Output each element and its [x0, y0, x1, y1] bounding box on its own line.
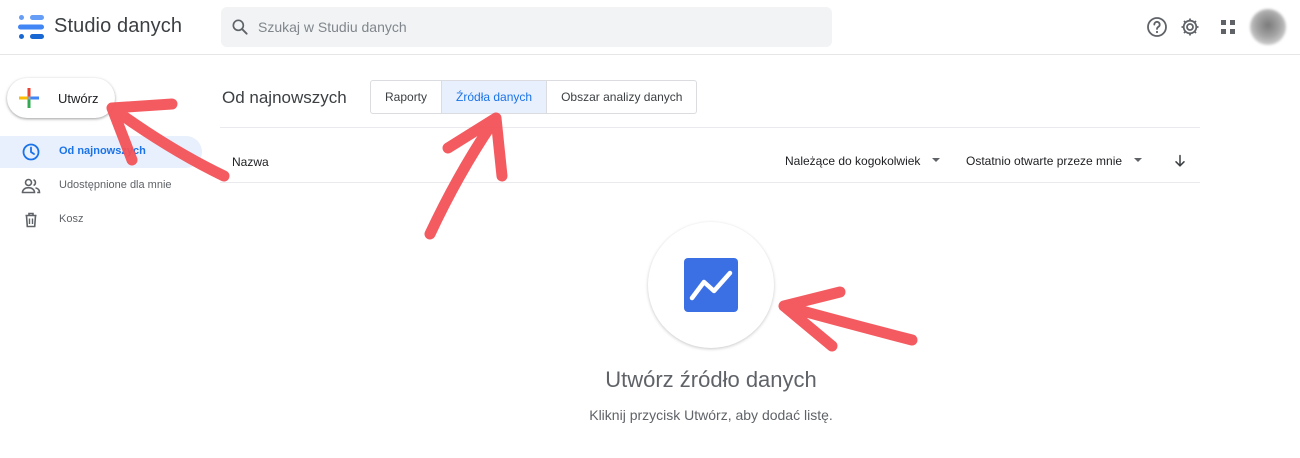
owner-filter-dropdown[interactable]: Należące do kogokolwiek: [785, 150, 941, 172]
sidebar-item-label: Udostępnione dla mnie: [59, 179, 172, 191]
app-title[interactable]: Studio danych: [54, 15, 182, 38]
gear-icon[interactable]: [1178, 15, 1202, 39]
plus-icon: [19, 88, 39, 108]
owner-filter-label: Należące do kogokolwiek: [785, 154, 921, 168]
sidebar-item-label: Kosz: [59, 213, 84, 225]
chevron-down-icon: [1134, 157, 1143, 162]
empty-state-subtitle: Kliknij przycisk Utwórz, aby dodać listę…: [589, 407, 833, 423]
arrow-to-data-source-icon: [778, 286, 918, 352]
arrow-to-data-sources-tab: [424, 112, 508, 240]
tab-reports[interactable]: Raporty: [371, 81, 443, 113]
sidebar-item-shared[interactable]: Udostępnione dla mnie: [0, 170, 202, 202]
sort-arrow-down-icon[interactable]: [1173, 154, 1187, 168]
account-avatar[interactable]: [1250, 9, 1286, 45]
column-header-name[interactable]: Nazwa: [232, 155, 269, 169]
data-source-icon: [684, 258, 738, 312]
last-opened-filter-dropdown[interactable]: Ostatnio otwarte przeze mnie: [966, 150, 1143, 172]
clock-icon: [22, 143, 40, 161]
divider: [220, 182, 1200, 183]
tab-data-sources[interactable]: Źródła danych: [442, 81, 548, 113]
studio-logo-icon[interactable]: [18, 15, 44, 39]
last-opened-filter-label: Ostatnio otwarte przeze mnie: [966, 154, 1123, 168]
divider: [220, 127, 1200, 128]
sidebar-item-label: Od najnowszych: [59, 145, 146, 157]
tab-explorer[interactable]: Obszar analizy danych: [547, 81, 696, 113]
asset-type-tabs: Raporty Źródła danych Obszar analizy dan…: [370, 80, 698, 114]
sidebar-item-recent[interactable]: Od najnowszych: [0, 136, 202, 168]
search-input[interactable]: [258, 7, 818, 47]
search-bar[interactable]: [221, 7, 832, 47]
trash-icon: [25, 212, 37, 228]
chevron-down-icon: [932, 157, 941, 162]
people-icon: [21, 178, 41, 194]
empty-state-title: Utwórz źródło danych: [605, 367, 817, 392]
empty-state-illustration: [648, 222, 774, 348]
page-title: Od najnowszych: [222, 88, 347, 107]
create-button-label: Utwórz: [58, 91, 99, 106]
sidebar-item-trash[interactable]: Kosz: [0, 204, 202, 236]
help-icon[interactable]: [1145, 15, 1169, 39]
search-icon[interactable]: [230, 17, 250, 37]
top-app-bar: Studio danych: [0, 0, 1300, 55]
create-button[interactable]: Utwórz: [7, 78, 115, 118]
apps-grid-icon[interactable]: [1216, 15, 1240, 39]
